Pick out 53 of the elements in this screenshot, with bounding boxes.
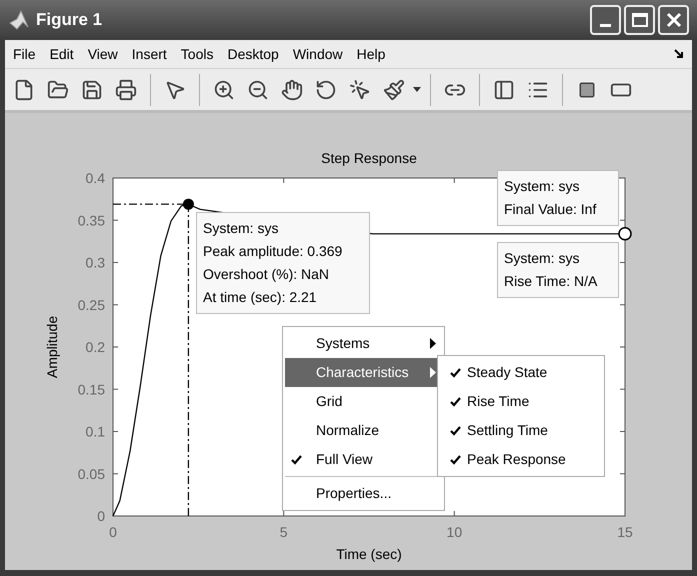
- menu-item[interactable]: Help: [352, 44, 390, 64]
- tick-label: 0: [97, 508, 105, 524]
- datatip-text: Peak amplitude: 0.369: [203, 242, 344, 261]
- datatip-text: Rise Time: N/A: [504, 272, 598, 291]
- tick-label: 0.05: [78, 466, 105, 482]
- axis-label: Time (sec): [336, 546, 402, 562]
- check-icon: [450, 426, 461, 436]
- datatip-text: System: sys: [504, 249, 580, 268]
- axis-label: Amplitude: [44, 316, 60, 378]
- menu-item[interactable]: Window: [288, 44, 348, 64]
- check-icon: [450, 396, 461, 406]
- menu-item[interactable]: Desktop: [222, 44, 284, 64]
- tick-label: 5: [280, 524, 288, 540]
- caret-icon[interactable]: [413, 87, 421, 92]
- dock-arrow-icon[interactable]: [674, 49, 684, 59]
- window-title: Figure 1: [36, 9, 102, 32]
- tick-label: 0.1: [86, 424, 105, 440]
- peak-marker: [182, 198, 194, 210]
- menu-item[interactable]: Edit: [44, 44, 79, 64]
- datatip-text: At time (sec): 2.21: [203, 288, 318, 307]
- menu-item[interactable]: Tools: [176, 44, 218, 64]
- tick-label: 0: [109, 524, 117, 540]
- menu-option[interactable]: Systems: [285, 329, 442, 358]
- check-icon: [450, 368, 461, 378]
- tick-label: 0.25: [78, 296, 105, 313]
- check-icon: [291, 454, 302, 464]
- close-button[interactable]: [658, 5, 689, 35]
- datatip-text: Overshoot (%): NaN: [203, 265, 330, 284]
- chart-title: Step Response: [321, 150, 417, 166]
- tick-label: 0.2: [86, 339, 105, 355]
- menu-option[interactable]: Settling Time: [438, 416, 604, 445]
- final-value-marker: [618, 227, 632, 241]
- minimize-button[interactable]: [590, 5, 621, 35]
- menu-item[interactable]: File: [8, 44, 41, 64]
- datatip-text: Final Value: Inf: [504, 200, 598, 219]
- tick-label: 0.3: [86, 254, 105, 270]
- maximize-button[interactable]: [624, 5, 655, 35]
- datatip-text: System: sys: [203, 219, 280, 238]
- menu-item[interactable]: Insert: [126, 44, 172, 64]
- menu-item[interactable]: View: [82, 44, 123, 64]
- menu-option[interactable]: Properties...: [285, 479, 442, 508]
- menu-option[interactable]: Rise Time: [438, 387, 604, 416]
- datatip-text: System: sys: [504, 177, 580, 196]
- check-icon: [450, 454, 461, 464]
- menu-option[interactable]: Peak Response: [438, 445, 604, 474]
- tick-label: 0.15: [78, 381, 105, 398]
- app-logo-icon: [8, 9, 30, 31]
- submenu-arrow-icon: [430, 338, 436, 349]
- close-icon: [666, 12, 682, 28]
- tick-label: 0.4: [86, 170, 105, 186]
- tick-label: 0.35: [78, 212, 105, 228]
- tick-label: 10: [446, 524, 462, 540]
- tick-label: 15: [617, 524, 633, 540]
